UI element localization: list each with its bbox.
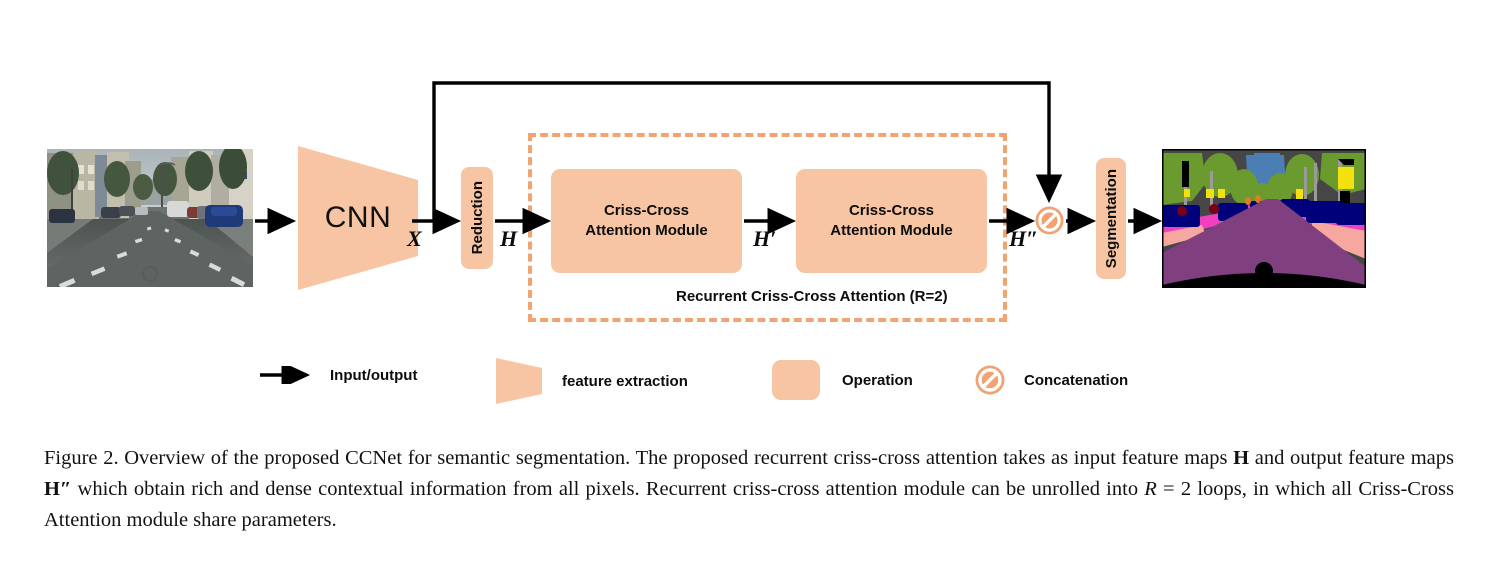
rounded-box-icon [772,360,820,400]
flow-label-x: X [407,226,422,251]
caption-seg-3: and output feature maps [1249,447,1454,469]
legend-label-operation: Operation [842,371,913,389]
caption-seg-5: which obtain rich and dense contextual i… [71,478,904,500]
legend-label-feature-extraction: feature extraction [562,372,688,390]
no-entry-icon [1035,206,1064,235]
cca-module-2-line1: Criss-Cross [848,201,935,219]
caption-seg-1: maps [1184,447,1234,469]
input-image-render [47,149,253,287]
flow-label-h-prime: H′ [753,226,777,251]
flow-label-h-double-prime: H″ [1009,226,1039,251]
reduction-label: Reduction [468,181,486,255]
legend-label-input-output: Input/output [330,366,418,384]
segmentation-label: Segmentation [1102,168,1120,269]
caption-seg-4: H″ [44,478,72,500]
input-image [47,149,253,287]
legend-item-feature-extraction: feature extraction [494,356,688,406]
trapezoid-icon [496,358,542,404]
legend-item-operation: Operation [772,360,913,400]
cca-module-2-label: Criss-Cross Attention Module [830,201,952,242]
cnn-backbone-block[interactable]: CNN [296,144,420,292]
criss-cross-attention-module-1[interactable]: Criss-Cross Attention Module [551,169,742,273]
segmentation-block[interactable]: Segmentation [1096,158,1126,279]
segmentation-map-render [1162,149,1366,288]
cca-module-1-line2: Attention Module [585,222,708,239]
caption-seg-7: R [1144,478,1157,500]
criss-cross-attention-module-2[interactable]: Criss-Cross Attention Module [796,169,987,273]
no-entry-icon [975,365,1005,395]
caption-seg-2: H [1233,447,1250,469]
output-segmentation-image [1162,149,1366,288]
cnn-label: CNN [324,201,392,234]
cca-module-1-label: Criss-Cross Attention Module [585,201,707,242]
arrow-icon [260,366,311,384]
reduction-block[interactable]: Reduction [461,167,493,269]
caption-seg-0: Figure 2. Overview of the proposed CCNet… [44,447,1185,469]
flow-label-h: H [500,226,518,251]
cca-module-2-line2: Attention Module [830,222,953,239]
caption-seg-6: module can be unrolled into [903,478,1145,500]
figure-2-ccnet-overview: CNN Reduction Recurrent Criss-Cross Atte… [0,0,1496,561]
cca-module-1-line1: Criss-Cross [603,201,690,219]
figure-caption: Figure 2. Overview of the proposed CCNet… [44,443,1454,536]
legend-label-concatenation: Concatenation [1024,371,1129,389]
concatenation-node[interactable] [1034,205,1065,236]
legend-item-input-output: Input/output [258,366,417,384]
legend-item-concatenation: Concatenation [974,364,1128,396]
recurrent-container-caption: Recurrent Criss-Cross Attention (R=2) [676,288,948,305]
